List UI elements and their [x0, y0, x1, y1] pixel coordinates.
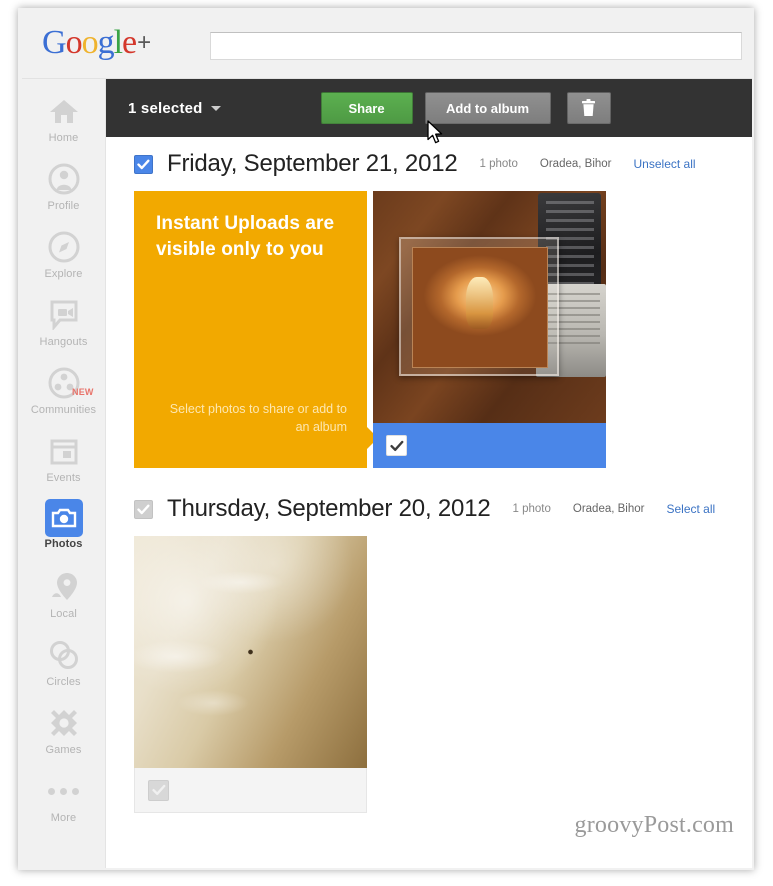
- profile-icon: [46, 161, 82, 197]
- sidebar-item-home[interactable]: Home: [22, 89, 105, 157]
- home-icon: [46, 93, 82, 129]
- date-section-header: Thursday, September 20, 2012 1 photo Ora…: [106, 482, 752, 536]
- instant-uploads-promo-tile: Instant Uploads are visible only to you …: [134, 191, 378, 468]
- circles-icon: [46, 637, 82, 673]
- sidebar-label-more: More: [50, 812, 77, 824]
- photo-grid-row: Instant Uploads are visible only to you …: [106, 191, 752, 468]
- sidebar-item-communities[interactable]: NEW Communities: [22, 361, 105, 429]
- groovypost-watermark: groovyPost.com: [574, 812, 734, 838]
- promo-title: Instant Uploads are visible only to you: [156, 213, 335, 260]
- photo-tile-selected[interactable]: [373, 191, 606, 468]
- sidebar-item-photos[interactable]: Photos: [22, 497, 105, 565]
- photo-grid-row: [106, 536, 752, 813]
- communities-new-badge: NEW: [72, 387, 94, 397]
- chevron-down-icon: [210, 105, 221, 111]
- sidebar-label-games: Games: [45, 744, 82, 756]
- explore-compass-icon: [46, 229, 82, 265]
- logo-letter-g1: G: [42, 24, 67, 61]
- photo-selection-bar-selected[interactable]: [373, 423, 606, 468]
- instant-uploads-card: Instant Uploads are visible only to you …: [134, 191, 378, 468]
- date-section-header: Friday, September 21, 2012 1 photo Orade…: [106, 137, 752, 191]
- games-icon: [46, 705, 82, 741]
- add-to-album-button[interactable]: Add to album: [424, 92, 551, 124]
- sidebar-label-communities: Communities: [30, 404, 97, 416]
- left-sidebar: Home Profile Explore Hangouts NEW Commun…: [22, 79, 105, 868]
- section-photo-count: 1 photo: [512, 503, 551, 515]
- google-plus-logo[interactable]: Google+: [42, 24, 151, 61]
- screenshot-root: Google+ Home Profile Explore Hangouts NE…: [0, 0, 773, 886]
- section-date-title: Thursday, September 20, 2012: [167, 495, 491, 522]
- select-all-link[interactable]: Select all: [666, 502, 715, 516]
- logo-letter-o2: o: [81, 24, 99, 61]
- share-button[interactable]: Share: [320, 92, 413, 124]
- delete-button[interactable]: [566, 92, 611, 124]
- unselect-all-link[interactable]: Unselect all: [634, 157, 696, 171]
- sidebar-label-hangouts: Hangouts: [39, 336, 88, 348]
- sidebar-label-circles: Circles: [46, 676, 81, 688]
- more-dots-icon: [46, 773, 82, 809]
- hangouts-video-icon: [46, 297, 82, 333]
- section-location: Oradea, Bihor: [539, 158, 612, 170]
- promo-subtitle: Select photos to share or add to an albu…: [169, 402, 347, 434]
- photo-selection-bar-unselected[interactable]: [134, 768, 367, 813]
- sidebar-item-profile[interactable]: Profile: [22, 157, 105, 225]
- cd-figure: [466, 276, 494, 329]
- foam-texture-photo[interactable]: [134, 536, 367, 768]
- photo-checkbox-unchecked[interactable]: [148, 779, 169, 801]
- sidebar-label-explore: Explore: [44, 268, 83, 280]
- trash-icon: [581, 99, 596, 117]
- cd-jewel-case-photo[interactable]: [373, 191, 606, 423]
- sidebar-item-local[interactable]: Local: [22, 565, 105, 633]
- page-body: Home Profile Explore Hangouts NEW Commun…: [22, 78, 752, 868]
- search-input[interactable]: [210, 32, 742, 60]
- logo-plus-sign: +: [137, 29, 151, 56]
- photo-checkbox-checked[interactable]: [386, 435, 407, 456]
- sidebar-item-events[interactable]: Events: [22, 429, 105, 497]
- selected-count-dropdown[interactable]: 1 selected: [128, 100, 221, 117]
- sidebar-item-games[interactable]: Games: [22, 701, 105, 769]
- photos-camera-icon: [46, 501, 81, 535]
- selection-action-bar: 1 selected Share Add to album: [106, 79, 752, 137]
- logo-letter-o1: o: [65, 24, 83, 61]
- cd-artwork: [411, 247, 548, 368]
- sidebar-label-local: Local: [50, 608, 77, 620]
- sidebar-label-photos: Photos: [44, 538, 83, 550]
- logo-letter-e: e: [122, 24, 137, 61]
- sidebar-item-more[interactable]: More: [22, 769, 105, 837]
- sidebar-item-explore[interactable]: Explore: [22, 225, 105, 293]
- local-pin-icon: [46, 569, 82, 605]
- foam-speckles: [134, 536, 367, 768]
- google-plus-page: Google+ Home Profile Explore Hangouts NE…: [22, 10, 752, 868]
- section-checkbox-unchecked[interactable]: [134, 499, 153, 519]
- sidebar-label-events: Events: [46, 472, 81, 484]
- sidebar-item-circles[interactable]: Circles: [22, 633, 105, 701]
- logo-letter-g2: g: [97, 24, 115, 61]
- cd-case-object: [398, 237, 559, 376]
- section-date-title: Friday, September 21, 2012: [167, 150, 458, 177]
- sidebar-label-home: Home: [48, 132, 79, 144]
- section-checkbox-checked[interactable]: [134, 154, 153, 174]
- photo-tile-unselected[interactable]: [134, 536, 367, 813]
- events-calendar-icon: [46, 433, 82, 469]
- selected-count-label: 1 selected: [128, 99, 203, 117]
- top-bar: Google+: [22, 10, 752, 78]
- sidebar-item-hangouts[interactable]: Hangouts: [22, 293, 105, 361]
- logo-letter-l: l: [113, 24, 124, 61]
- sidebar-label-profile: Profile: [47, 200, 80, 212]
- photos-content: 1 selected Share Add to album Friday, Se…: [105, 79, 752, 868]
- section-photo-count: 1 photo: [479, 158, 518, 170]
- section-location: Oradea, Bihor: [572, 503, 645, 515]
